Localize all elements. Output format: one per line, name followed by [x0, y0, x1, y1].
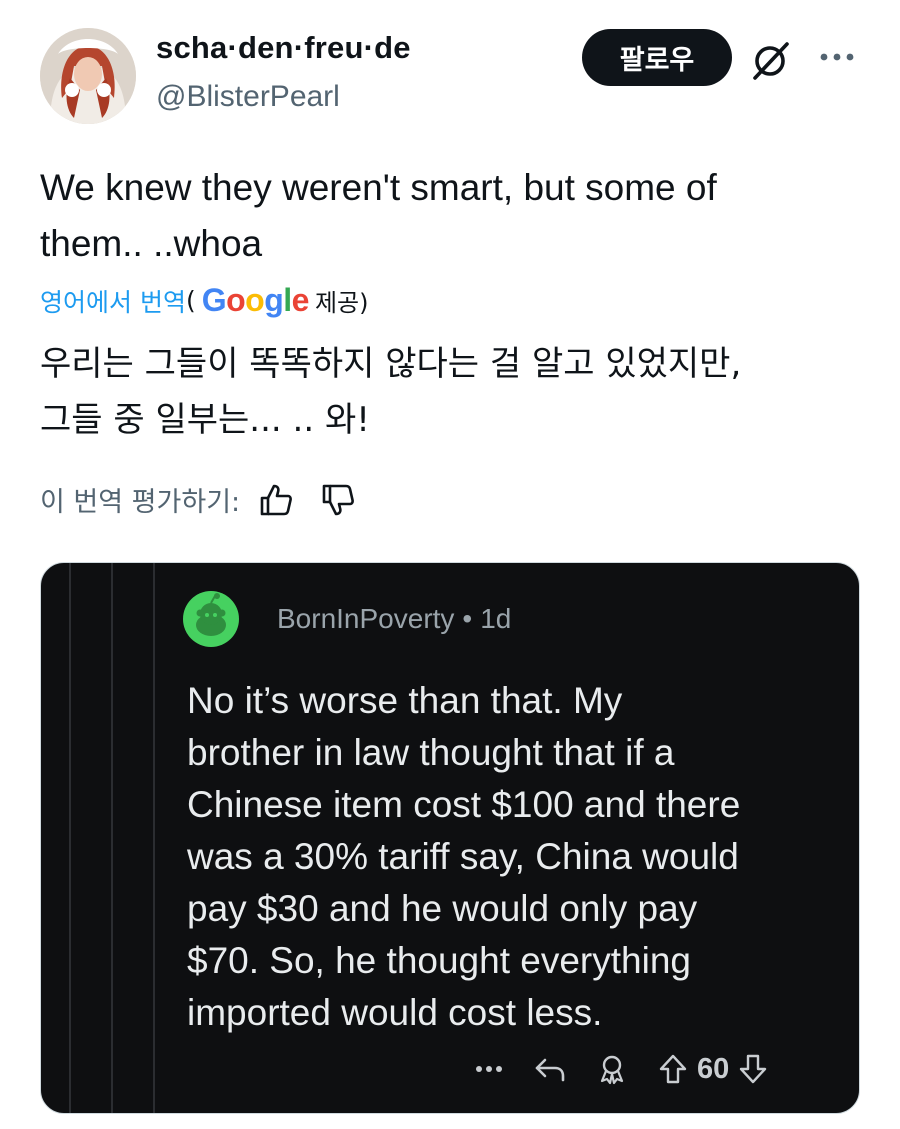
author-avatar[interactable]: [40, 28, 136, 124]
follow-button[interactable]: 팔로우: [582, 29, 732, 86]
author-handle[interactable]: @BlisterPearl: [156, 80, 340, 114]
comment-more-icon: [475, 1064, 503, 1074]
tweet-text: We knew they weren't smart, but some of …: [40, 167, 717, 264]
translation-attribution: 영어에서 번역 ( Google 제공): [40, 282, 368, 319]
downvote-icon: [737, 1053, 769, 1085]
thread-line: [69, 563, 71, 1113]
translation-paren: (: [185, 286, 196, 315]
google-letter: o: [245, 282, 265, 318]
google-letter: e: [291, 282, 310, 318]
rate-translation-label: 이 번역 평가하기:: [40, 487, 241, 518]
thumbs-down-icon[interactable]: [320, 482, 356, 518]
thread-line: [111, 563, 113, 1113]
author-display-name[interactable]: scha·den·freu·de: [156, 30, 411, 66]
comment-username: BornInPoverty: [277, 603, 455, 634]
reddit-avatar-icon: [183, 591, 239, 647]
google-logo: Google: [201, 282, 310, 319]
grok-icon[interactable]: [749, 38, 793, 82]
comment-actions: 60: [475, 1047, 769, 1091]
translated-tweet-text: 우리는 그들이 똑똑하지 않다는 걸 알고 있었지만, 그들 중 일부는... …: [40, 344, 742, 440]
google-letter: G: [201, 282, 227, 318]
comment-age: 1d: [480, 603, 512, 634]
google-letter: o: [226, 282, 246, 318]
more-horizontal-icon[interactable]: [815, 42, 859, 72]
google-letter: g: [264, 282, 284, 318]
rate-translation-row: 이 번역 평가하기:: [40, 480, 356, 519]
award-icon: [597, 1053, 627, 1085]
reply-icon: [533, 1054, 567, 1084]
thumbs-up-icon[interactable]: [258, 482, 294, 518]
comment-body: No it’s worse than that. My brother in l…: [187, 680, 741, 1033]
comment-meta: BornInPoverty • 1d: [277, 603, 511, 635]
thread-line: [153, 563, 155, 1113]
google-letter: l: [283, 282, 292, 318]
meta-separator: •: [462, 603, 473, 634]
embedded-image[interactable]: BornInPoverty • 1d No it’s worse than that…: [40, 562, 860, 1114]
upvote-icon: [657, 1053, 689, 1085]
vote-count: 60: [697, 1052, 730, 1085]
translation-provided-label: 제공): [314, 289, 369, 317]
translated-from-link[interactable]: 영어에서 번역: [40, 283, 186, 319]
